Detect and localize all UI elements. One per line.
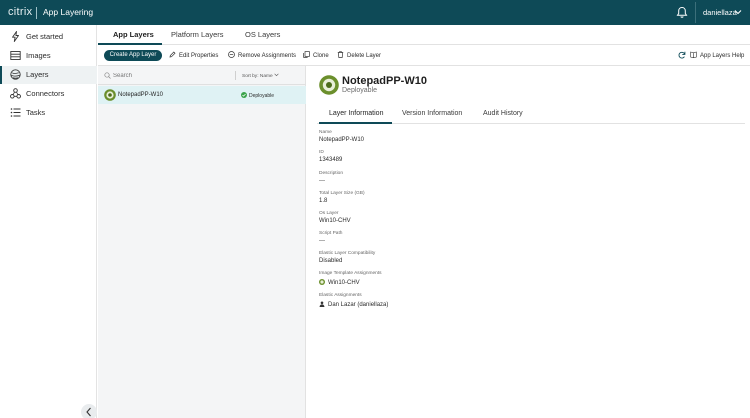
edit-properties-label: Edit Properties	[179, 53, 219, 59]
field-value-os-layer: Win10-CHV	[319, 218, 351, 224]
tab-app-layers[interactable]: App Layers	[113, 30, 154, 39]
remove-assignments-button[interactable]: Remove Assignments	[228, 51, 296, 59]
layer-type-tabs: App Layers Platform Layers OS Layers	[98, 25, 750, 45]
field-label-id: ID	[319, 150, 324, 155]
bolt-icon	[12, 31, 19, 42]
sidebar-item-images[interactable]: Images	[0, 47, 97, 65]
sort-dropdown[interactable]: Sort by: Name	[242, 73, 279, 79]
image-template-name: Win10-CHV	[328, 280, 360, 286]
tasks-icon	[10, 108, 21, 117]
clone-label: Clone	[313, 53, 329, 59]
field-value-elastic-compatibility: Disabled	[319, 258, 343, 264]
sidebar-item-layers[interactable]: Layers	[0, 66, 97, 84]
field-label-layer-size: Total Layer Size (GB)	[319, 191, 365, 196]
search-input[interactable]	[113, 70, 231, 81]
list-item[interactable]: NotepadPP-W10 Deployable	[98, 86, 306, 104]
sidebar-item-label: Connectors	[26, 89, 65, 98]
tab-layer-information[interactable]: Layer Information	[329, 110, 383, 117]
field-value-description: ---	[319, 178, 325, 184]
active-detail-tab-indicator	[319, 122, 392, 124]
tab-audit-history[interactable]: Audit History	[483, 110, 523, 117]
layer-avatar-icon	[319, 75, 339, 95]
layer-title: NotepadPP-W10	[342, 75, 427, 87]
sidebar-item-tasks[interactable]: Tasks	[0, 104, 97, 122]
search-icon	[104, 72, 111, 79]
field-label-image-template-assignments: Image Template Assignments	[319, 271, 382, 276]
sidebar-item-get-started[interactable]: Get started	[0, 28, 97, 46]
images-icon	[10, 51, 21, 60]
tab-platform-layers[interactable]: Platform Layers	[171, 30, 224, 39]
remove-circle-icon	[228, 51, 235, 58]
tab-version-information[interactable]: Version Information	[402, 110, 462, 117]
field-value-name: NotepadPP-W10	[319, 137, 365, 143]
app-title: App Layering	[43, 7, 94, 17]
layer-name: NotepadPP-W10	[118, 92, 164, 98]
user-menu-name[interactable]: daniellaza	[703, 8, 737, 17]
search-divider	[235, 71, 236, 80]
header-divider	[36, 7, 37, 19]
app-layers-help-label: App Layers Help	[700, 53, 745, 59]
status-label: Deployable	[249, 93, 275, 99]
user-icon	[319, 301, 325, 307]
status-badge: Deployable	[241, 92, 274, 99]
pencil-icon	[169, 51, 176, 58]
layer-avatar-icon	[104, 89, 116, 101]
book-icon	[690, 51, 697, 58]
chevron-left-icon	[86, 407, 91, 417]
layer-avatar-icon	[319, 279, 325, 285]
sidebar-item-label: Tasks	[26, 108, 46, 117]
active-tab-indicator	[98, 43, 162, 45]
field-label-elastic-assignments: Elastic Assignments	[319, 293, 362, 298]
field-value-image-template-assignments[interactable]: Win10-CHV	[319, 279, 360, 286]
bell-icon[interactable]	[676, 6, 688, 19]
remove-assignments-label: Remove Assignments	[238, 53, 297, 59]
field-value-elastic-assignments[interactable]: Dan Lazar (daniellaza)	[319, 301, 388, 308]
sidebar-item-label: Layers	[26, 70, 49, 79]
elastic-assignee-name: Dan Lazar (daniellaza)	[328, 302, 389, 308]
sidebar-item-connectors[interactable]: Connectors	[0, 85, 97, 103]
edit-properties-button[interactable]: Edit Properties	[169, 51, 218, 59]
connectors-icon	[10, 88, 21, 99]
check-circle-icon	[241, 92, 247, 98]
sidebar: Get started Images Layers Connectors Tas…	[0, 25, 97, 418]
clone-button[interactable]: Clone	[303, 51, 329, 59]
field-value-layer-size: 1.8	[319, 198, 328, 204]
create-app-layer-button[interactable]: Create App Layer	[104, 50, 162, 61]
field-label-description: Description	[319, 171, 343, 176]
field-label-script-path: Script Path	[319, 231, 343, 236]
refresh-icon[interactable]	[678, 51, 686, 59]
delete-layer-label: Delete Layer	[347, 53, 382, 59]
field-value-id: 1343489	[319, 157, 343, 163]
trash-icon	[337, 51, 344, 58]
chevron-down-icon	[274, 73, 279, 77]
chevron-down-icon[interactable]	[734, 9, 742, 15]
field-label-os-layer: Os Layer	[319, 211, 339, 216]
field-label-elastic-compatibility: Elastic Layer Compatibility	[319, 251, 376, 256]
field-value-script-path: ---	[319, 238, 325, 244]
layer-list-pane: Sort by: Name NotepadPP-W10 Deployable	[98, 66, 306, 418]
top-bar: citrix App Layering daniellaza	[0, 0, 750, 25]
sidebar-item-label: Get started	[26, 32, 64, 41]
sort-label: Sort by: Name	[242, 74, 273, 79]
collapse-sidebar-button[interactable]	[81, 404, 97, 418]
field-label-name: Name	[319, 130, 332, 135]
copy-icon	[303, 51, 310, 58]
search-row: Sort by: Name	[98, 66, 306, 85]
layer-subtitle: Deployable	[342, 87, 378, 94]
layer-detail-pane: NotepadPP-W10 Deployable Layer Informati…	[307, 66, 750, 418]
app-layers-help-link[interactable]: App Layers Help	[690, 51, 744, 59]
delete-layer-button[interactable]: Delete Layer	[337, 51, 381, 59]
layers-icon	[10, 69, 21, 80]
tab-os-layers[interactable]: OS Layers	[245, 30, 280, 39]
header-vertical-divider	[695, 2, 696, 23]
citrix-logo[interactable]: citrix	[8, 6, 32, 18]
toolbar: Create App Layer Edit Properties Remove …	[98, 46, 750, 66]
sidebar-item-label: Images	[26, 51, 51, 60]
